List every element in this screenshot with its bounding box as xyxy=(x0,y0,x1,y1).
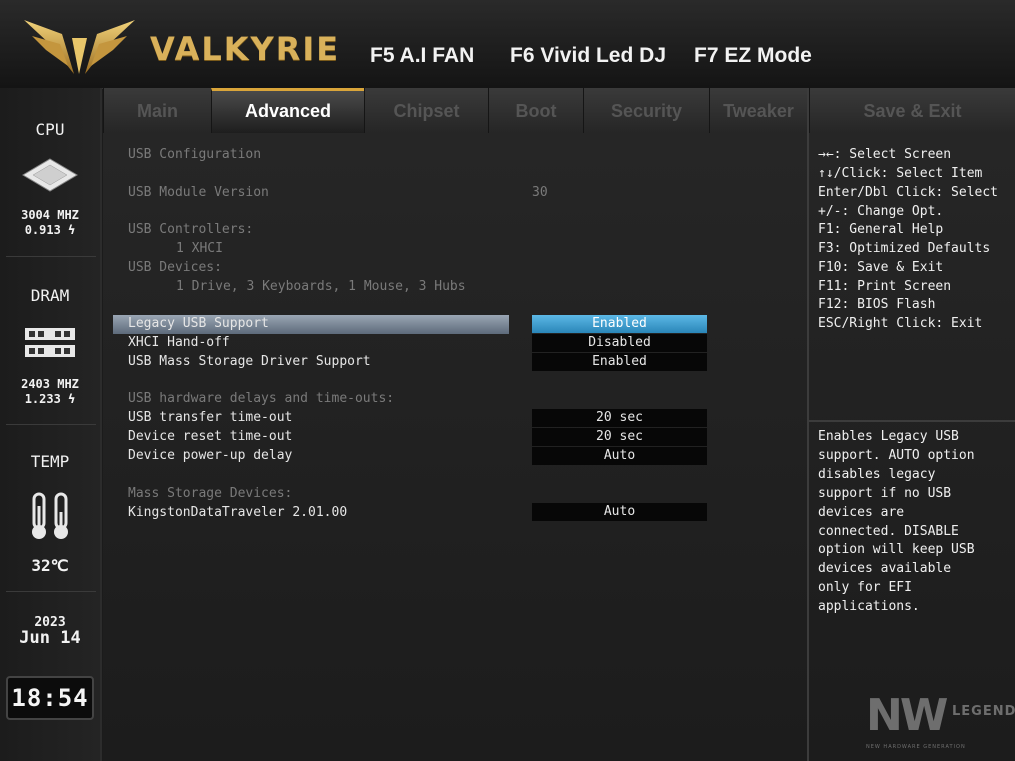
legacy-usb-support-label[interactable]: Legacy USB Support xyxy=(128,316,269,331)
tab-boot[interactable]: Boot xyxy=(488,88,583,133)
mass-storage-driver-label[interactable]: USB Mass Storage Driver Support xyxy=(128,354,371,369)
kingston-drive-label[interactable]: KingstonDataTraveler 2.01.00 xyxy=(128,505,347,520)
sidebar-divider xyxy=(6,591,96,592)
help-text-line: connected. DISABLE xyxy=(818,524,959,539)
temp-label: TEMP xyxy=(30,452,70,471)
sidebar-divider xyxy=(6,256,96,257)
module-version-label: USB Module Version xyxy=(128,185,269,200)
help-text-line: only for EFI xyxy=(818,580,912,595)
ai-fan-hotkey[interactable]: F5 A.I FAN xyxy=(370,44,474,68)
date: Jun 14 xyxy=(19,628,81,648)
section-title: USB Configuration xyxy=(128,147,262,162)
top-bar: VALKYRIE F5 A.I FAN F6 Vivid Led DJ F7 E… xyxy=(0,0,1015,89)
help-key-f12: F12: BIOS Flash xyxy=(818,297,936,312)
help-text-line: devices are xyxy=(818,505,905,520)
dram-frequency: 2403 MHZ xyxy=(21,377,79,391)
help-key-esc: ESC/Right Click: Exit xyxy=(818,316,983,331)
tab-security[interactable]: Security xyxy=(583,88,709,133)
clock: 18:54 xyxy=(6,676,94,720)
watermark-tagline: NEW HARDWARE GENERATION xyxy=(866,744,966,750)
delays-header: USB hardware delays and time-outs: xyxy=(128,391,395,406)
ez-mode-hotkey[interactable]: F7 EZ Mode xyxy=(694,44,812,68)
help-text-line: support if no USB xyxy=(818,486,952,501)
reset-timeout-label[interactable]: Device reset time-out xyxy=(128,429,292,444)
tab-chipset[interactable]: Chipset xyxy=(364,88,488,133)
transfer-timeout-label[interactable]: USB transfer time-out xyxy=(128,410,292,425)
help-text-line: support. AUTO option xyxy=(818,448,975,463)
menu-tabs: Main Advanced Chipset Boot Security Twea… xyxy=(103,88,1015,133)
power-up-delay-value[interactable]: Auto xyxy=(532,447,707,465)
thermometer-icon xyxy=(32,492,68,539)
devices-value: 1 Drive, 3 Keyboards, 1 Mouse, 3 Hubs xyxy=(176,279,466,294)
status-sidebar: CPU 3004 MHZ 0.913 ϟ DRAM 2403 MHZ 1.233… xyxy=(0,88,102,761)
controllers-label: USB Controllers: xyxy=(128,222,254,237)
help-text-line: applications. xyxy=(818,599,920,614)
help-text-line: disables legacy xyxy=(818,467,936,482)
nhg-legend-watermark: NW LEGEND NEW HARDWARE GENERATION xyxy=(866,690,1015,758)
kingston-drive-value[interactable]: Auto xyxy=(532,503,707,521)
mass-storage-header: Mass Storage Devices: xyxy=(128,486,293,501)
dram-icon xyxy=(25,328,75,357)
tab-save-exit[interactable]: Save & Exit xyxy=(809,88,1015,133)
cpu-label: CPU xyxy=(35,120,65,139)
help-text-line: devices available xyxy=(818,561,952,576)
dram-voltage: 1.233 ϟ xyxy=(24,392,76,406)
help-key-change-opt: +/-: Change Opt. xyxy=(818,204,944,219)
help-key-select-item: ↑↓/Click: Select Item xyxy=(818,166,983,181)
xhci-hand-off-value[interactable]: Disabled xyxy=(532,334,707,352)
help-key-f11: F11: Print Screen xyxy=(818,279,952,294)
xhci-hand-off-label[interactable]: XHCI Hand-off xyxy=(128,335,230,350)
tab-tweaker[interactable]: Tweaker xyxy=(709,88,807,133)
tab-advanced[interactable]: Advanced xyxy=(211,88,364,133)
cpu-voltage: 0.913 ϟ xyxy=(24,223,76,237)
transfer-timeout-value[interactable]: 20 sec xyxy=(532,409,707,427)
watermark-logo: NW xyxy=(866,690,948,741)
help-key-enter: Enter/Dbl Click: Select xyxy=(818,185,999,200)
valkyrie-wings-logo xyxy=(24,20,135,74)
help-divider xyxy=(809,420,1015,422)
cpu-frequency: 3004 MHZ xyxy=(21,208,79,222)
power-up-delay-label[interactable]: Device power-up delay xyxy=(128,448,292,463)
help-text-line: Enables Legacy USB xyxy=(818,429,959,444)
help-key-f3: F3: Optimized Defaults xyxy=(818,241,991,256)
tab-main[interactable]: Main xyxy=(103,88,211,133)
cpu-icon xyxy=(22,158,78,192)
devices-label: USB Devices: xyxy=(128,260,222,275)
brand-name: VALKYRIE xyxy=(150,30,341,68)
help-key-select-screen: →←: Select Screen xyxy=(818,147,952,162)
help-key-f10: F10: Save & Exit xyxy=(818,260,944,275)
dram-label: DRAM xyxy=(30,286,70,305)
module-version-value: 30 xyxy=(532,185,548,200)
vivid-led-dj-hotkey[interactable]: F6 Vivid Led DJ xyxy=(510,44,666,68)
help-key-f1: F1: General Help xyxy=(818,222,944,237)
controllers-value: 1 XHCI xyxy=(176,241,223,256)
mass-storage-driver-value[interactable]: Enabled xyxy=(532,353,707,371)
help-text-line: option will keep USB xyxy=(818,542,975,557)
temperature-value: 32℃ xyxy=(31,556,69,575)
reset-timeout-value[interactable]: 20 sec xyxy=(532,428,707,446)
legacy-usb-support-value[interactable]: Enabled xyxy=(532,315,707,333)
watermark-legend: LEGEND xyxy=(952,704,1015,719)
sidebar-divider xyxy=(6,424,96,425)
